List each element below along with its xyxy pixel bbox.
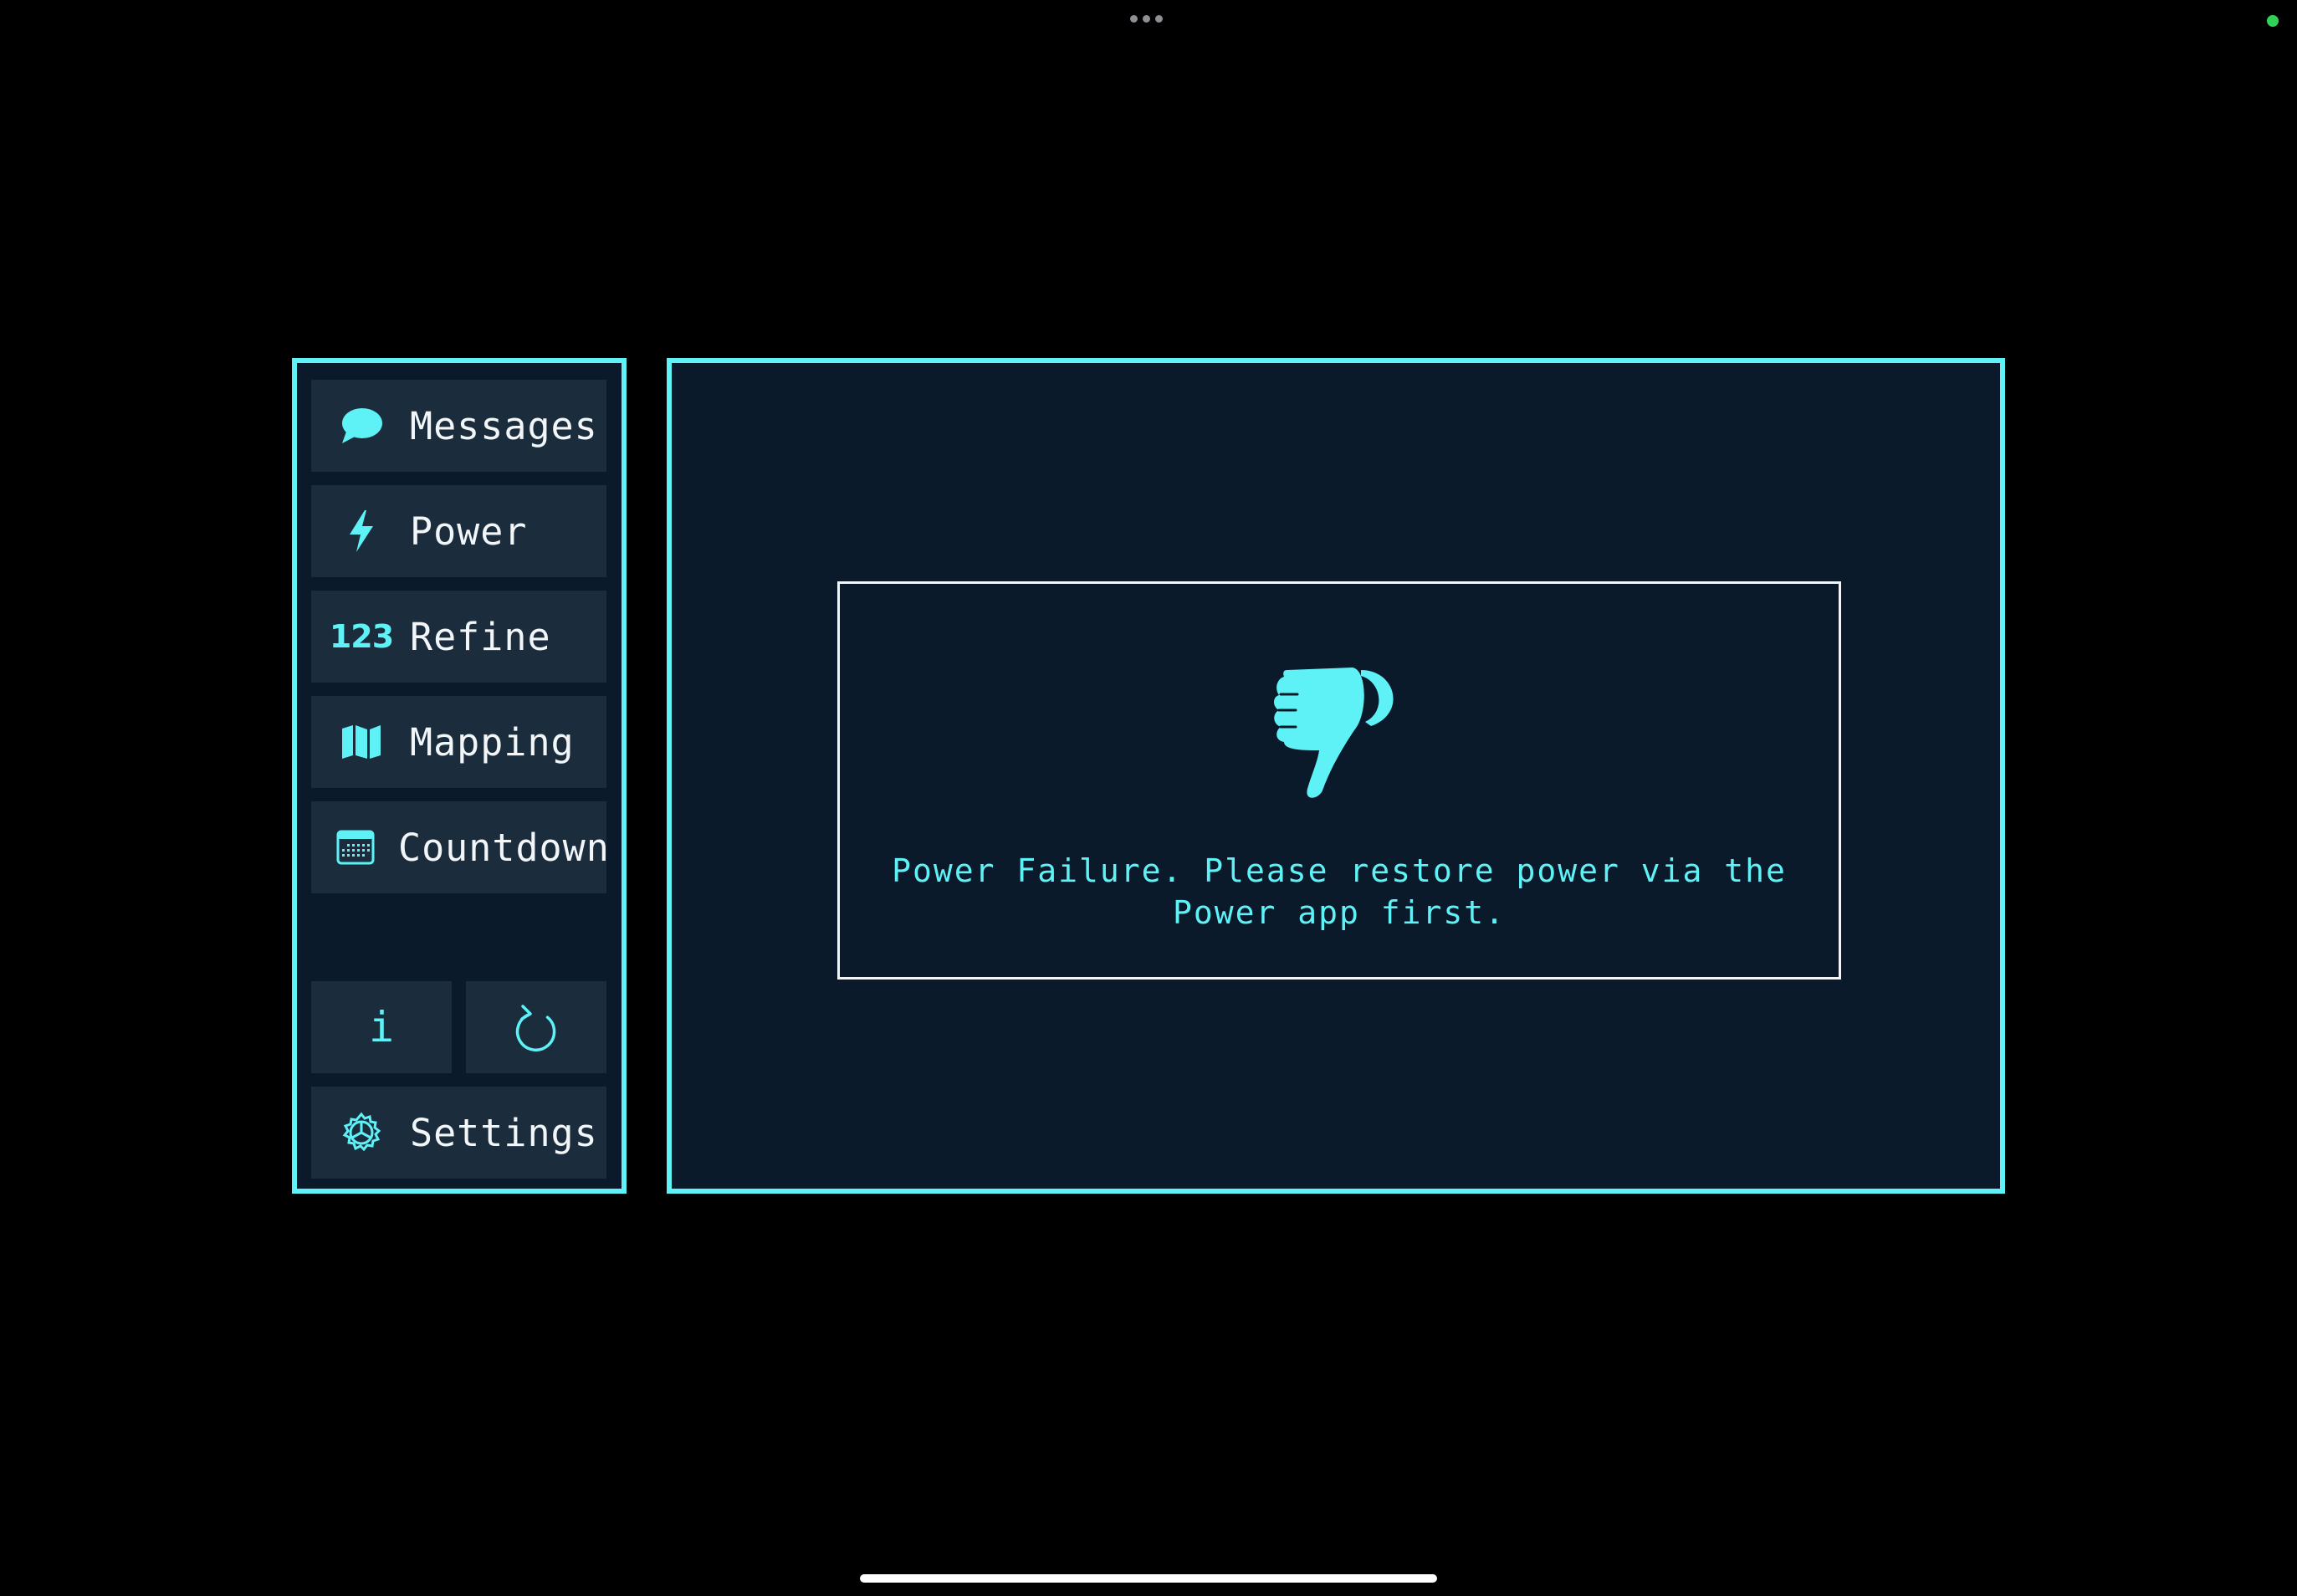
refresh-button[interactable] xyxy=(466,981,606,1073)
numbers-123-icon: 123 xyxy=(330,611,394,662)
sidebar-item-countdown[interactable]: Countdown xyxy=(311,801,609,893)
power-failure-alert: Power Failure. Please restore power via … xyxy=(837,581,1841,980)
info-icon: i xyxy=(368,1003,395,1051)
sidebar-item-label: Messages xyxy=(410,403,598,448)
sidebar-item-label: Power xyxy=(410,509,528,554)
sidebar-item-messages[interactable]: Messages xyxy=(311,380,606,472)
sidebar-item-label: Countdown xyxy=(398,825,610,870)
multitasking-dots[interactable] xyxy=(1130,15,1163,23)
settings-label: Settings xyxy=(410,1110,598,1155)
gear-icon xyxy=(336,1107,386,1158)
sidebar-item-refine[interactable]: 123 Refine xyxy=(311,591,606,683)
calendar-icon xyxy=(336,822,375,872)
bolt-icon xyxy=(336,506,386,556)
sidebar-item-label: Mapping xyxy=(410,719,575,765)
map-icon xyxy=(336,717,386,767)
settings-button[interactable]: Settings xyxy=(311,1087,606,1179)
info-button[interactable]: i xyxy=(311,981,452,1073)
refresh-icon xyxy=(513,1000,560,1055)
camera-status-indicator xyxy=(2267,15,2279,27)
main-panel: Power Failure. Please restore power via … xyxy=(667,358,2005,1194)
sidebar-item-power[interactable]: Power xyxy=(311,485,606,577)
sidebar-item-mapping[interactable]: Mapping xyxy=(311,696,606,788)
thumbs-down-icon xyxy=(1269,663,1411,806)
home-indicator[interactable] xyxy=(860,1574,1437,1583)
sidebar-item-label: Refine xyxy=(410,614,551,659)
dot xyxy=(1155,15,1163,23)
sidebar: Messages Power 123 Refine Mapping Countd… xyxy=(292,358,627,1194)
alert-message: Power Failure. Please restore power via … xyxy=(892,852,1787,931)
dot xyxy=(1143,15,1150,23)
screen: Messages Power 123 Refine Mapping Countd… xyxy=(0,0,2297,1596)
speech-bubble-icon xyxy=(336,401,386,451)
numbers-123-icon-text: 123 xyxy=(329,618,394,655)
dot xyxy=(1130,15,1138,23)
